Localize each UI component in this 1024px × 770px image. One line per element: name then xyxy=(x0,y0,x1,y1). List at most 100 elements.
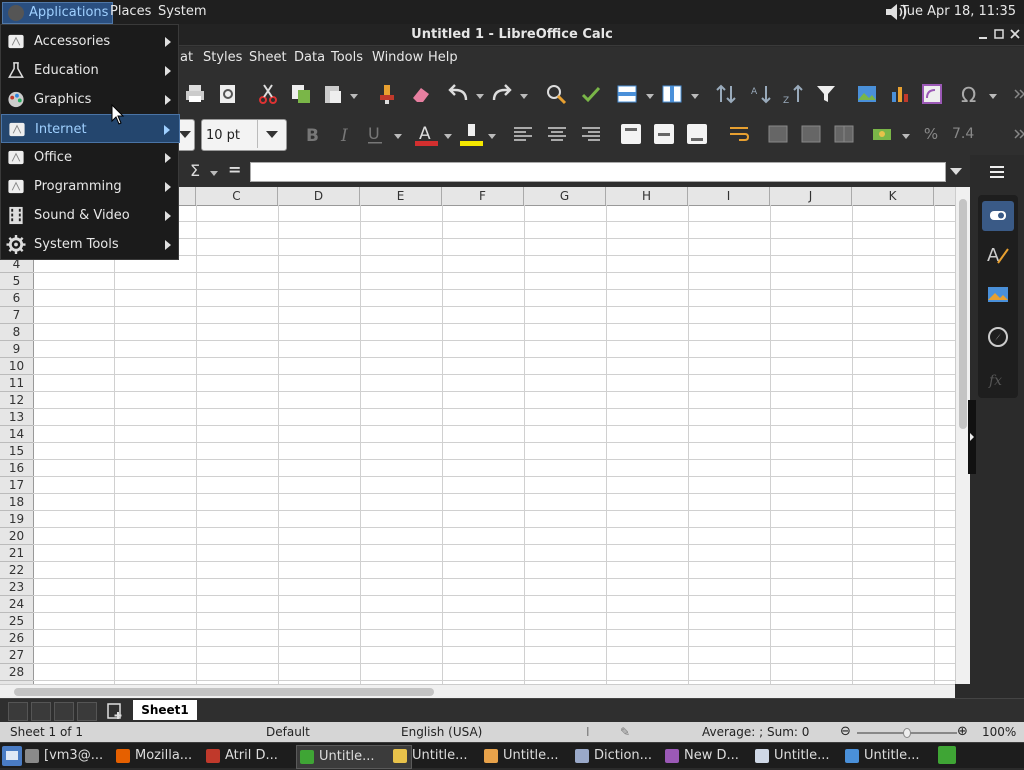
language-status[interactable]: English (USA) xyxy=(401,725,482,739)
spelling-button[interactable] xyxy=(579,82,603,106)
taskbar-item[interactable]: Untitle... xyxy=(842,745,952,767)
menu-data[interactable]: Data xyxy=(294,50,325,65)
add-sheet-icon[interactable] xyxy=(106,702,124,720)
menu-tools[interactable]: Tools xyxy=(331,50,363,65)
align-left-button[interactable] xyxy=(511,122,535,146)
row-header-10[interactable]: 10 xyxy=(0,358,33,375)
more-format-button[interactable] xyxy=(1008,122,1024,146)
column-header-g[interactable]: G xyxy=(524,187,606,205)
maximize-button[interactable] xyxy=(992,27,1006,41)
menu-item-internet[interactable]: Internet xyxy=(1,114,180,143)
column-header-e[interactable]: E xyxy=(360,187,442,205)
special-character-dropdown-arrow[interactable] xyxy=(989,94,997,99)
horizontal-scrollbar[interactable] xyxy=(0,684,955,698)
row-header-8[interactable]: 8 xyxy=(0,324,33,341)
column-header-h[interactable]: H xyxy=(606,187,688,205)
underline-dropdown-arrow[interactable] xyxy=(394,134,402,139)
sidebar-collapse-handle[interactable] xyxy=(968,400,976,474)
align-bottom-button[interactable] xyxy=(685,122,709,146)
expand-formula-bar-button[interactable] xyxy=(950,168,962,175)
paste-button[interactable] xyxy=(321,82,345,106)
cell-area[interactable] xyxy=(33,205,955,684)
column-header-k[interactable]: K xyxy=(852,187,934,205)
currency-format-button[interactable] xyxy=(871,122,895,146)
zoom-slider[interactable] xyxy=(857,728,957,738)
menu-help[interactable]: Help xyxy=(428,50,458,65)
functions-tab-icon[interactable]: fx xyxy=(986,367,1010,391)
row-header-15[interactable]: 15 xyxy=(0,443,33,460)
more-toolbar-button[interactable] xyxy=(1008,82,1024,106)
formula-input[interactable] xyxy=(250,162,946,182)
menu-item-education[interactable]: Education xyxy=(1,56,180,85)
font-color-dropdown-arrow[interactable] xyxy=(444,134,452,139)
last-sheet-button[interactable] xyxy=(77,702,97,721)
row-header-20[interactable]: 20 xyxy=(0,528,33,545)
unmerge-cells-button[interactable] xyxy=(832,122,856,146)
redo-button[interactable] xyxy=(490,82,514,106)
calc-tray-icon[interactable] xyxy=(938,746,956,764)
column-dropdown-arrow[interactable] xyxy=(691,94,699,99)
row-header-24[interactable]: 24 xyxy=(0,596,33,613)
font-size-input[interactable] xyxy=(206,125,256,145)
row-header-6[interactable]: 6 xyxy=(0,290,33,307)
clock[interactable]: Tue Apr 18, 11:35 xyxy=(901,2,1016,22)
percent-format-button[interactable]: % xyxy=(919,122,943,146)
font-size-combobox[interactable] xyxy=(201,119,287,151)
menu-item-system-tools[interactable]: System Tools xyxy=(1,230,180,259)
sort-button[interactable] xyxy=(714,82,738,106)
column-header-f[interactable]: F xyxy=(442,187,524,205)
highlighting-dropdown-arrow[interactable] xyxy=(488,134,496,139)
insert-image-button[interactable] xyxy=(855,82,879,106)
applications-menu[interactable]: Applications xyxy=(2,2,114,24)
formula-button[interactable]: = xyxy=(228,160,241,179)
align-center-button[interactable] xyxy=(545,122,569,146)
row-button[interactable] xyxy=(615,82,639,106)
row-header-11[interactable]: 11 xyxy=(0,375,33,392)
row-header-28[interactable]: 28 xyxy=(0,664,33,681)
menu-styles[interactable]: Styles xyxy=(203,50,242,65)
menu-item-sound-video[interactable]: Sound & Video xyxy=(1,201,180,230)
clone-formatting-button[interactable] xyxy=(376,82,400,106)
row-header-13[interactable]: 13 xyxy=(0,409,33,426)
row-header-9[interactable]: 9 xyxy=(0,341,33,358)
row-header-12[interactable]: 12 xyxy=(0,392,33,409)
styles-tab-icon[interactable]: A xyxy=(986,241,1010,267)
row-header-7[interactable]: 7 xyxy=(0,307,33,324)
sum-button[interactable]: Σ xyxy=(190,161,200,180)
highlighting-color-button[interactable] xyxy=(459,122,484,146)
zoom-in-button[interactable]: ⊕ xyxy=(957,724,968,739)
row-header-18[interactable]: 18 xyxy=(0,494,33,511)
menu-item-programming[interactable]: Programming xyxy=(1,172,180,201)
italic-button[interactable]: I xyxy=(333,122,357,146)
gallery-tab-icon[interactable] xyxy=(986,283,1010,307)
font-color-button[interactable]: A xyxy=(414,122,439,146)
zoom-level[interactable]: 100% xyxy=(982,725,1016,739)
menu-format[interactable]: at xyxy=(180,50,193,65)
row-header-25[interactable]: 25 xyxy=(0,613,33,630)
sum-dropdown-arrow[interactable] xyxy=(210,171,218,176)
menu-item-accessories[interactable]: Accessories xyxy=(1,27,180,56)
currency-dropdown-arrow[interactable] xyxy=(902,134,910,139)
underline-button[interactable]: U xyxy=(364,122,388,146)
number-format-button[interactable]: 7.4 xyxy=(952,122,982,146)
insert-chart-button[interactable] xyxy=(888,82,912,106)
print-button[interactable] xyxy=(183,82,207,106)
page-style[interactable]: Default xyxy=(266,725,310,739)
special-character-button[interactable]: Ω xyxy=(958,82,982,107)
row-header-26[interactable]: 26 xyxy=(0,630,33,647)
undo-dropdown-arrow[interactable] xyxy=(476,94,484,99)
minimize-button[interactable] xyxy=(976,27,990,41)
zoom-out-button[interactable]: ⊖ xyxy=(840,724,851,739)
row-header-19[interactable]: 19 xyxy=(0,511,33,528)
wrap-text-button[interactable] xyxy=(727,122,751,146)
menu-sheet[interactable]: Sheet xyxy=(249,50,287,65)
find-replace-button[interactable] xyxy=(544,82,568,106)
vertical-scrollbar-thumb[interactable] xyxy=(959,199,967,429)
column-header-d[interactable]: D xyxy=(278,187,360,205)
row-header-23[interactable]: 23 xyxy=(0,579,33,596)
next-sheet-button[interactable] xyxy=(54,702,74,721)
row-header-21[interactable]: 21 xyxy=(0,545,33,562)
align-top-button[interactable] xyxy=(619,122,643,146)
center-vertically-button[interactable] xyxy=(652,122,676,146)
sheet-tab[interactable]: Sheet1 xyxy=(133,700,197,720)
